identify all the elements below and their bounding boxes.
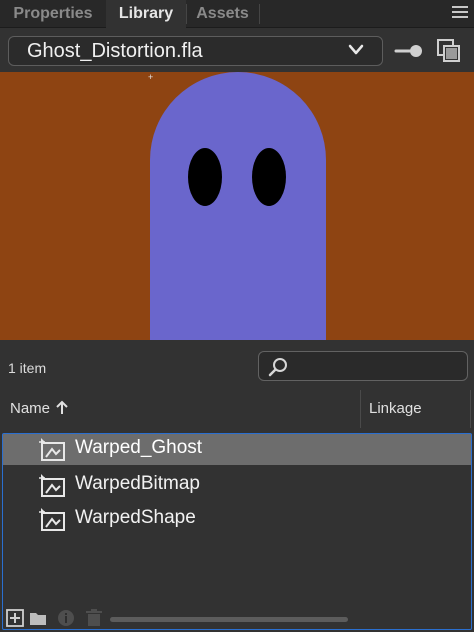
- panel-tab-bar: Properties Library Assets: [0, 0, 474, 29]
- tab-library[interactable]: Library: [106, 0, 186, 29]
- column-linkage-header[interactable]: Linkage: [369, 400, 422, 417]
- library-item-list[interactable]: Warped_Ghost WarpedBitmap WarpedShape: [2, 433, 472, 630]
- document-dropdown-value: Ghost_Distortion.fla: [27, 40, 203, 62]
- panel-menu-icon[interactable]: [452, 6, 468, 20]
- search-icon: [268, 358, 287, 377]
- list-item-name: Warped_Ghost: [75, 437, 203, 458]
- ghost-eye-left: [188, 148, 222, 206]
- ghost-graphic: [150, 72, 326, 340]
- ghost-eye-right: [252, 148, 286, 206]
- tab-properties[interactable]: Properties: [0, 0, 106, 28]
- column-name-label: Name: [10, 400, 51, 417]
- new-folder-icon[interactable]: [29, 609, 47, 627]
- properties-info-icon[interactable]: [57, 609, 75, 627]
- chevron-down-icon: [348, 44, 364, 55]
- delete-trash-icon[interactable]: [85, 609, 103, 627]
- tab-assets[interactable]: Assets: [186, 0, 259, 28]
- registration-point-icon: +: [148, 72, 154, 82]
- new-library-panel-icon[interactable]: [436, 38, 462, 64]
- list-item-name: WarpedShape: [75, 507, 196, 528]
- library-search-field[interactable]: [258, 351, 468, 381]
- list-item[interactable]: WarpedShape: [3, 504, 471, 535]
- tab-separator: [259, 4, 260, 24]
- column-name-header[interactable]: Name: [10, 400, 68, 417]
- document-dropdown[interactable]: Ghost_Distortion.fla: [8, 36, 383, 66]
- new-symbol-icon[interactable]: [6, 609, 24, 627]
- item-count: 1 item: [8, 360, 47, 376]
- column-divider[interactable]: [360, 390, 361, 428]
- library-column-header: Name Linkage: [0, 390, 474, 428]
- list-item-name: WarpedBitmap: [75, 473, 200, 494]
- pin-library-icon[interactable]: [394, 40, 424, 62]
- sort-ascending-icon: [56, 400, 68, 414]
- movie-clip-icon: [39, 508, 65, 531]
- horizontal-scrollbar[interactable]: [110, 617, 348, 622]
- search-input[interactable]: [293, 356, 461, 376]
- list-item[interactable]: WarpedBitmap: [3, 470, 471, 501]
- movie-clip-icon: [39, 438, 65, 461]
- column-divider[interactable]: [470, 390, 471, 428]
- movie-clip-icon: [39, 474, 65, 497]
- symbol-preview: +: [0, 72, 474, 340]
- list-item[interactable]: Warped_Ghost: [3, 434, 471, 465]
